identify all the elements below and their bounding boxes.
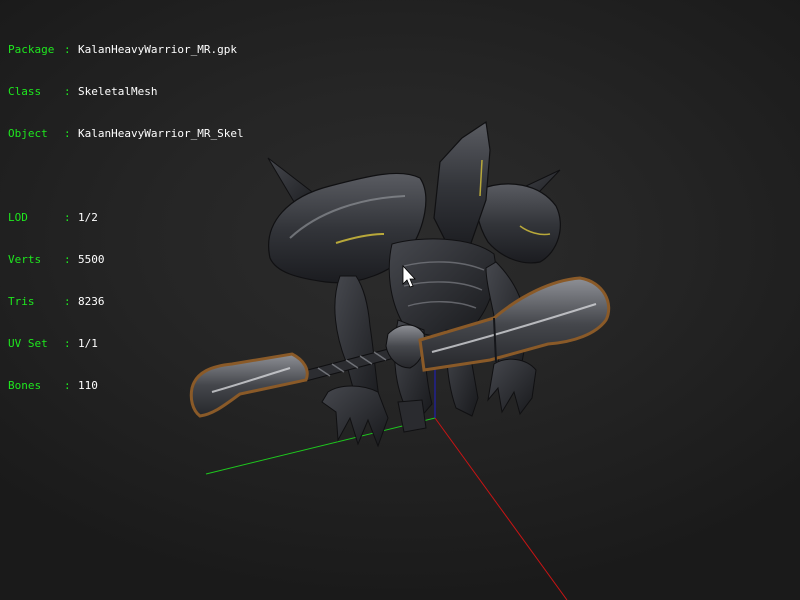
mesh-viewer-viewport[interactable]: Package: KalanHeavyWarrior_MR.gpk Class: S… — [0, 0, 800, 600]
left-claw — [321, 385, 389, 448]
right-claw — [487, 358, 537, 416]
x-axis-line — [434, 417, 568, 600]
scene-canvas[interactable] — [0, 0, 800, 600]
y-axis-line — [205, 417, 436, 475]
staff-left-blade — [189, 352, 309, 418]
left-foot — [397, 399, 427, 433]
skeletal-mesh-model — [267, 120, 561, 448]
